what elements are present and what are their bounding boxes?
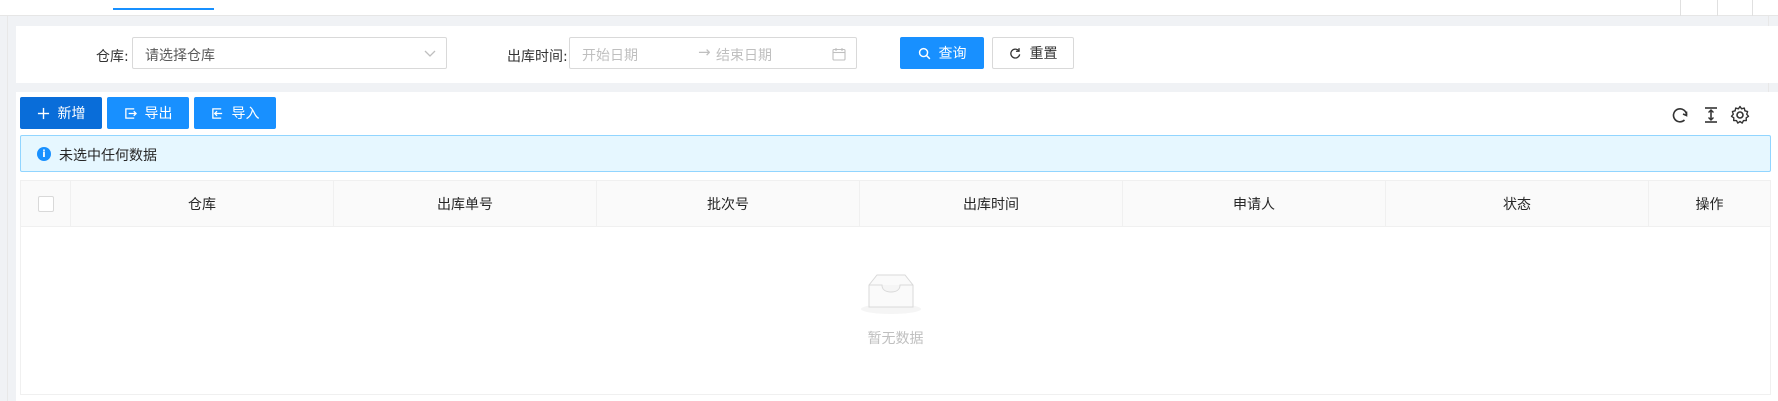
warehouse-label: 仓库:: [96, 49, 129, 65]
outbound-time-label: 出库时间:: [507, 49, 568, 65]
add-button[interactable]: 新增: [20, 97, 102, 129]
top-tab-strip: [0, 0, 1778, 16]
warehouse-select[interactable]: 请选择仓库: [132, 37, 447, 69]
import-icon: [211, 107, 222, 119]
export-icon: [124, 107, 137, 119]
column-header-outbound-time[interactable]: 出库时间: [859, 181, 1122, 227]
column-height-icon[interactable]: [1701, 105, 1721, 125]
data-table: 仓库 出库单号 批次号 出库时间 申请人 状态 操作 暂无数据: [20, 180, 1771, 395]
search-icon: [918, 47, 930, 59]
column-header-batch-no[interactable]: 批次号: [596, 181, 859, 227]
export-button-label: 导出: [144, 106, 173, 122]
divider: [1717, 0, 1718, 16]
table-header: 仓库 出库单号 批次号 出库时间 申请人 状态 操作: [21, 181, 1770, 227]
export-button[interactable]: 导出: [107, 97, 189, 129]
end-date-input[interactable]: 结束日期: [716, 45, 772, 65]
search-form: 仓库: 请选择仓库 出库时间: 开始日期 → 结束日期 查询 重置: [16, 26, 1778, 83]
gear-icon[interactable]: [1730, 105, 1750, 125]
column-header-outbound-no[interactable]: 出库单号: [333, 181, 596, 227]
start-date-input[interactable]: 开始日期: [582, 45, 638, 65]
page-border-left: [7, 16, 8, 401]
reset-button[interactable]: 重置: [992, 37, 1074, 69]
add-button-label: 新增: [57, 106, 86, 122]
divider: [1680, 0, 1681, 16]
calendar-icon: [832, 48, 846, 61]
query-button[interactable]: 查询: [900, 37, 984, 69]
plus-icon: [37, 107, 49, 119]
active-tab-indicator: [113, 8, 214, 10]
chevron-down-icon: [424, 50, 436, 57]
selection-alert: i 未选中任何数据: [20, 135, 1771, 172]
selection-alert-message: 未选中任何数据: [59, 148, 157, 164]
reset-button-label: 重置: [1029, 46, 1058, 62]
reload-icon: [1009, 47, 1020, 59]
warehouse-select-placeholder: 请选择仓库: [145, 48, 215, 64]
info-icon: i: [37, 147, 51, 161]
select-all-checkbox[interactable]: [37, 196, 54, 212]
outbound-date-range-picker[interactable]: 开始日期 → 结束日期: [569, 37, 857, 69]
column-header-status[interactable]: 状态: [1385, 181, 1648, 227]
empty-inbox-icon: [861, 274, 921, 314]
refresh-icon[interactable]: [1670, 105, 1690, 125]
range-arrow-icon: →: [698, 43, 711, 61]
column-header-warehouse[interactable]: 仓库: [70, 181, 333, 227]
column-header-applicant[interactable]: 申请人: [1122, 181, 1385, 227]
import-button[interactable]: 导入: [194, 97, 276, 129]
divider: [1752, 0, 1753, 16]
select-all-cell: [21, 181, 70, 227]
import-button-label: 导入: [231, 106, 260, 122]
query-button-label: 查询: [938, 46, 967, 62]
column-header-actions: 操作: [1648, 181, 1770, 227]
empty-state-text: 暂无数据: [867, 331, 924, 347]
